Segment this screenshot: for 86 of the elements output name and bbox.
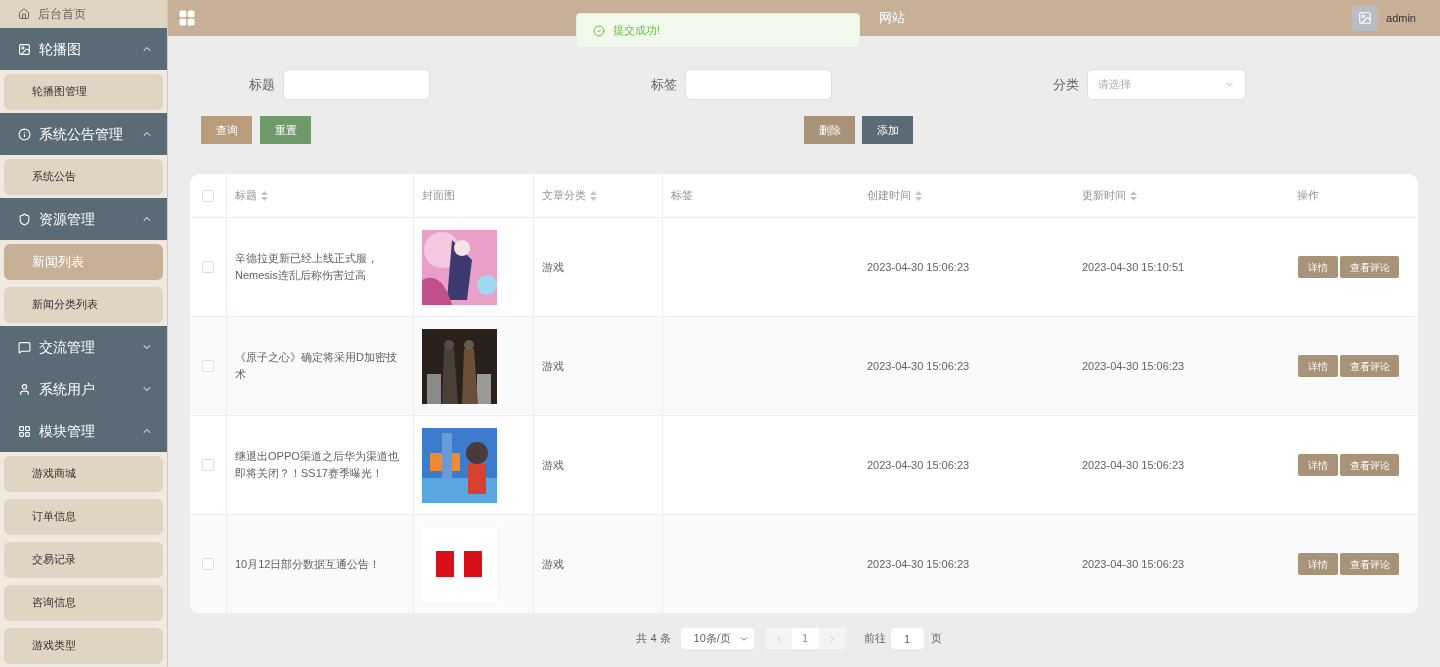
menu-item[interactable]: 游戏类型 — [4, 627, 163, 664]
column-header[interactable]: 标题 — [235, 187, 268, 204]
filter-label: 标签 — [650, 75, 678, 94]
detail-button[interactable]: 详情 — [1298, 355, 1338, 377]
checkbox[interactable] — [202, 360, 214, 372]
menu-item[interactable]: 新闻分类列表 — [4, 286, 163, 323]
delete-button[interactable]: 删除 — [804, 116, 855, 144]
page-size-select[interactable]: 10条/页 — [680, 628, 754, 649]
menu-item[interactable]: 轮播图管理 — [4, 73, 163, 110]
column-header[interactable]: 文章分类 — [542, 187, 597, 204]
table-cell-text: 2023-04-30 15:10:51 — [1082, 259, 1185, 275]
table-cell-text: 《原子之心》确定将采用D加密技术 — [235, 350, 398, 382]
table-cell-text: 辛德拉更新已经上线正式服，Nemesis连乱后称伤害过高 — [235, 251, 379, 283]
menu-group[interactable]: 模块管理 — [0, 410, 167, 452]
comments-button[interactable]: 查看评论 — [1340, 454, 1399, 476]
grid-icon — [18, 424, 31, 438]
goto-field[interactable]: 1 — [890, 628, 924, 649]
success-icon — [593, 24, 605, 37]
comments-button[interactable]: 查看评论 — [1340, 355, 1399, 377]
home-icon — [18, 8, 30, 20]
checkbox[interactable] — [202, 558, 214, 570]
sidebar-item[interactable]: 后台首页 — [0, 0, 167, 28]
menu-group[interactable]: 轮播图 — [0, 28, 167, 70]
sort-icon — [261, 190, 268, 201]
table-cell-text: 游戏 — [542, 358, 564, 374]
column-header[interactable]: 创建时间 — [867, 187, 922, 204]
reset-button[interactable]: 重置 — [260, 116, 311, 144]
prev-page-button[interactable] — [765, 628, 792, 649]
sort-icon — [1130, 190, 1137, 201]
total-count: 共 4 条 — [636, 631, 671, 647]
menu-item[interactable]: 系统公告 — [4, 158, 163, 195]
image-icon — [18, 42, 31, 56]
search-button[interactable]: 查询 — [201, 116, 252, 144]
menu-icon[interactable] — [178, 9, 196, 27]
info-icon — [18, 127, 31, 141]
menu-group[interactable]: 系统公告管理 — [0, 113, 167, 155]
site-title: 网站 — [879, 9, 905, 28]
chat-icon — [18, 340, 31, 354]
column-header: 标签 — [671, 188, 693, 204]
menu-item[interactable]: 订单信息 — [4, 498, 163, 535]
menu-group[interactable]: 系统用户 — [0, 368, 167, 410]
filter-label: 标题 — [248, 75, 276, 94]
image-icon — [1358, 11, 1373, 25]
add-button[interactable]: 添加 — [862, 116, 913, 144]
select-field[interactable]: 请选择 — [1087, 69, 1246, 100]
table-cell-text: 2023-04-30 15:06:23 — [867, 259, 970, 275]
sort-icon — [590, 190, 597, 201]
column-header: 封面图 — [422, 188, 455, 204]
detail-button[interactable]: 详情 — [1298, 553, 1338, 575]
next-page-button[interactable] — [818, 628, 846, 649]
table-cell-text: 2023-04-30 15:06:23 — [867, 556, 970, 572]
column-header[interactable]: 更新时间 — [1082, 187, 1137, 204]
menu-group[interactable]: 资源管理 — [0, 198, 167, 240]
menu-item[interactable]: 交易记录 — [4, 541, 163, 578]
table-cell-text: 游戏 — [542, 259, 564, 275]
checkbox[interactable] — [202, 189, 214, 202]
menu-item[interactable]: 游戏商城 — [4, 455, 163, 492]
table-cell-text: 10月12日部分数据互通公告！ — [235, 556, 381, 572]
username: admin — [1386, 10, 1416, 26]
table-cell-text: 2023-04-30 15:06:23 — [867, 358, 970, 374]
input-field[interactable] — [685, 69, 832, 100]
comments-button[interactable]: 查看评论 — [1340, 553, 1399, 575]
input-field[interactable] — [283, 69, 430, 100]
menu-group[interactable]: 交流管理 — [0, 326, 167, 368]
success-toast: 提交成功! — [576, 13, 860, 48]
table-cell-text: 2023-04-30 15:06:23 — [867, 457, 970, 473]
goto-suffix: 页 — [930, 631, 942, 647]
table-cell-text: 继退出OPPO渠道之后华为渠道也即将关闭？！SS17赛季曝光！ — [235, 449, 400, 481]
comments-button[interactable]: 查看评论 — [1340, 256, 1399, 278]
user-icon — [18, 382, 31, 396]
table-cell-text: 2023-04-30 15:06:23 — [1082, 457, 1185, 473]
table-cell-text: 2023-04-30 15:06:23 — [1082, 556, 1185, 572]
menu-item[interactable]: 咨询信息 — [4, 584, 163, 621]
detail-button[interactable]: 详情 — [1298, 256, 1338, 278]
page-button[interactable]: 1 — [791, 628, 819, 649]
column-header: 操作 — [1297, 188, 1319, 204]
checkbox[interactable] — [202, 459, 214, 471]
goto-label: 前往 — [863, 631, 886, 647]
checkbox[interactable] — [202, 261, 214, 273]
table-cell-text: 游戏 — [542, 556, 564, 572]
filter-label: 分类 — [1052, 75, 1080, 94]
sort-icon — [915, 190, 922, 201]
detail-button[interactable]: 详情 — [1298, 454, 1338, 476]
shield-icon — [18, 212, 31, 226]
table-cell-text: 游戏 — [542, 457, 564, 473]
table-cell-text: 2023-04-30 15:06:23 — [1082, 358, 1185, 374]
